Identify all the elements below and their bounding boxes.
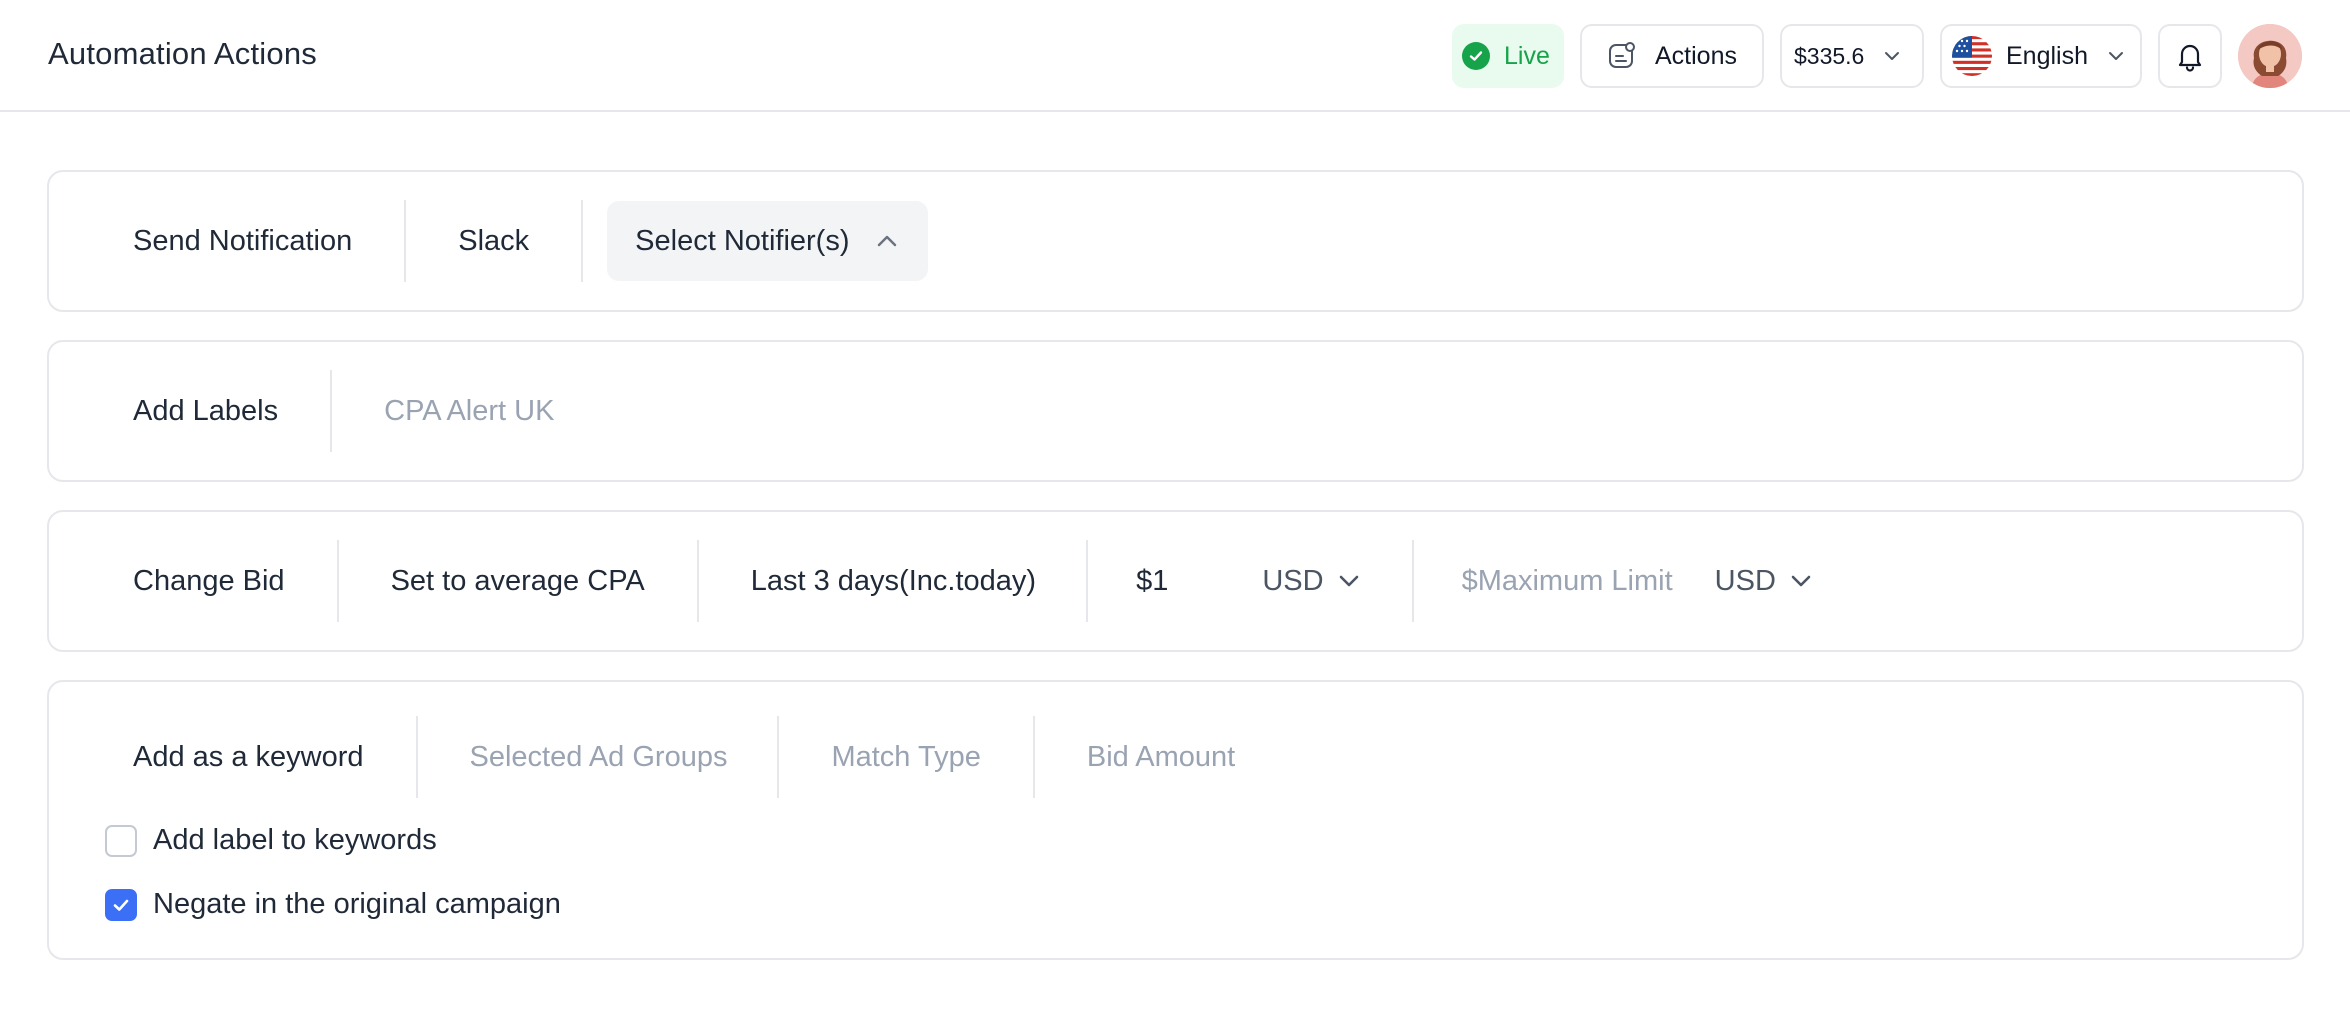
- divider: [330, 370, 333, 452]
- actions-button[interactable]: Actions: [1580, 24, 1764, 88]
- bid-currency-label: USD: [1262, 564, 1324, 597]
- add-keyword-label: Add as a keyword: [133, 740, 364, 773]
- divider: [404, 200, 407, 282]
- balance-dropdown[interactable]: $335.6: [1780, 24, 1924, 88]
- bid-period-select[interactable]: Last 3 days(Inc.today): [751, 565, 1036, 598]
- send-notification-label: Send Notification: [133, 224, 353, 257]
- chevron-down-icon: [2109, 52, 2123, 60]
- max-limit-input[interactable]: $Maximum Limit: [1462, 565, 1673, 598]
- negate-original-campaign-checkbox[interactable]: [105, 888, 137, 921]
- max-limit-currency-dropdown[interactable]: USD: [1715, 565, 1814, 598]
- labels-input[interactable]: CPA Alert UK: [384, 395, 554, 428]
- channel-select[interactable]: Slack: [458, 225, 529, 258]
- checkmark-icon: [113, 899, 129, 911]
- add-keyword-row: Add as a keyword Selected Ad Groups Matc…: [49, 682, 1235, 832]
- max-limit-currency-label: USD: [1714, 564, 1776, 597]
- actions-icon: [1609, 42, 1635, 68]
- select-notifier-dropdown[interactable]: Select Notifier(s): [607, 201, 928, 281]
- add-label-to-keywords-checkbox[interactable]: [105, 824, 137, 857]
- check-circle-icon: [1462, 42, 1490, 70]
- change-bid-card: Change Bid Set to average CPA Last 3 day…: [47, 510, 2304, 652]
- language-dropdown[interactable]: English: [1940, 24, 2142, 88]
- negate-original-campaign-option[interactable]: Negate in the original campaign: [105, 888, 561, 921]
- add-labels-row: Add Labels CPA Alert UK: [49, 342, 554, 480]
- ad-groups-select[interactable]: Selected Ad Groups: [470, 741, 728, 774]
- chevron-up-icon: [877, 235, 896, 247]
- add-keyword-card: Add as a keyword Selected Ad Groups Matc…: [47, 680, 2304, 960]
- language-label: English: [2006, 41, 2088, 70]
- live-status-badge: Live: [1452, 24, 1564, 88]
- live-status-label: Live: [1504, 41, 1550, 70]
- bell-icon: [2178, 44, 2202, 72]
- avatar-image: [2238, 24, 2302, 88]
- bid-amount-input[interactable]: $1: [1136, 565, 1168, 598]
- bid-amount-field[interactable]: Bid Amount: [1087, 741, 1235, 774]
- divider: [581, 200, 584, 282]
- add-label-to-keywords-label: Add label to keywords: [153, 824, 437, 856]
- divider: [336, 540, 339, 622]
- actions-label: Actions: [1655, 41, 1737, 70]
- top-header: Automation Actions Live Actions $335.6 E…: [0, 0, 2350, 112]
- user-avatar[interactable]: [2238, 24, 2302, 88]
- balance-value: $335.6: [1794, 42, 1865, 69]
- us-flag-icon: [1952, 36, 1992, 76]
- add-labels-card: Add Labels CPA Alert UK: [47, 340, 2304, 482]
- change-bid-row: Change Bid Set to average CPA Last 3 day…: [49, 512, 1814, 650]
- bid-currency-dropdown[interactable]: USD: [1262, 565, 1361, 598]
- divider: [1032, 716, 1035, 798]
- chevron-down-icon: [1339, 575, 1358, 587]
- change-bid-label: Change Bid: [133, 564, 285, 597]
- negate-original-campaign-label: Negate in the original campaign: [153, 888, 561, 920]
- send-notification-row: Send Notification Slack Select Notifier(…: [49, 172, 928, 310]
- bid-method-select[interactable]: Set to average CPA: [391, 565, 645, 598]
- divider: [696, 540, 699, 622]
- notifications-button[interactable]: [2158, 24, 2222, 88]
- send-notification-card: Send Notification Slack Select Notifier(…: [47, 170, 2304, 312]
- chevron-down-icon: [1885, 52, 1900, 60]
- divider: [1086, 540, 1089, 622]
- divider: [1411, 540, 1414, 622]
- match-type-select[interactable]: Match Type: [831, 741, 980, 774]
- divider: [777, 716, 780, 798]
- select-notifier-label: Select Notifier(s): [635, 224, 850, 257]
- add-label-to-keywords-option[interactable]: Add label to keywords: [105, 824, 437, 857]
- chevron-down-icon: [1791, 575, 1811, 587]
- page-title: Automation Actions: [48, 36, 317, 71]
- add-labels-label: Add Labels: [133, 394, 279, 427]
- divider: [415, 716, 418, 798]
